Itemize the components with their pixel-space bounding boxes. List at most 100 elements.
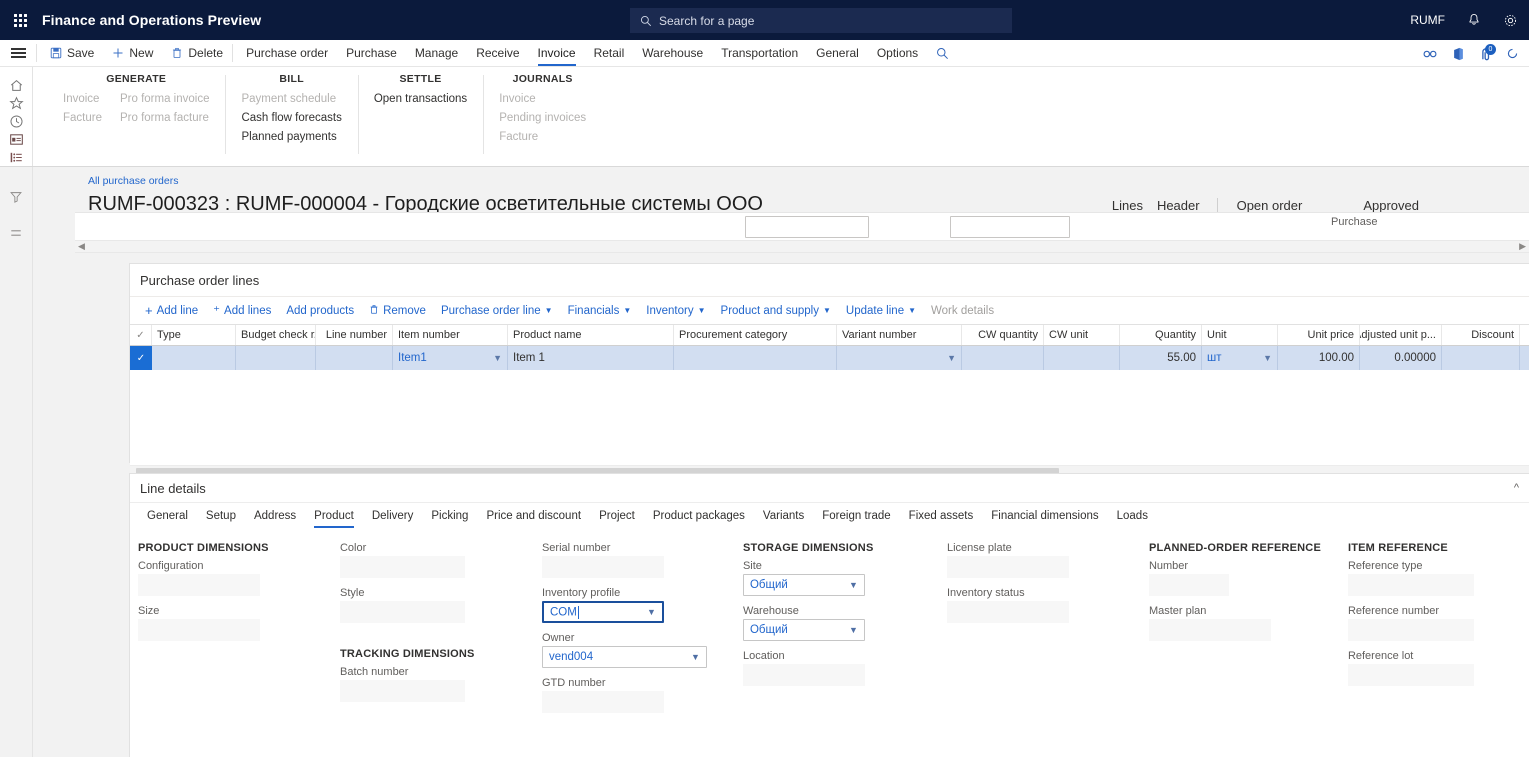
input-inventory-profile[interactable]: COM ▼ [541,601,664,623]
chevron-down-icon[interactable]: ▼ [691,652,700,662]
input-style[interactable] [339,601,465,623]
add-lines-button[interactable]: ⁺ Add lines [206,301,278,320]
chevron-down-icon[interactable]: ▼ [493,353,502,363]
cell-quantity[interactable]: 55.00 [1120,346,1202,370]
tab-purchase[interactable]: Purchase [337,40,406,66]
purchase-order-line-menu[interactable]: Purchase order line ▼ [434,302,560,320]
financials-menu[interactable]: Financials ▼ [561,302,639,320]
input-reference-lot[interactable] [1347,664,1474,686]
chevron-up-icon[interactable]: ^ [1514,482,1519,494]
cell-budget-check-result[interactable] [236,346,316,370]
ld-tab-address[interactable]: Address [245,505,305,528]
col-header-discount[interactable]: Discount [1442,325,1520,345]
chevron-down-icon[interactable]: ▼ [849,580,858,590]
tab-transportation[interactable]: Transportation [712,40,807,66]
col-header-procurement-category[interactable]: Procurement category [674,325,837,345]
col-header-adjusted-unit-price[interactable]: Adjusted unit p... [1360,325,1442,345]
company-selector[interactable]: RUMF [1399,0,1456,40]
input-site[interactable]: Общий ▼ [742,574,865,596]
col-header-unit[interactable]: Unit [1202,325,1278,345]
chevron-down-icon[interactable]: ▼ [647,607,656,617]
input-license-plate[interactable] [946,556,1069,578]
select-all-checkmark-icon[interactable]: ✓ [130,325,152,345]
row-select-checkmark-icon[interactable]: ✓ [130,346,152,370]
save-button[interactable]: Save [41,40,103,66]
input-size[interactable] [138,619,260,641]
workspaces-icon[interactable] [0,130,33,148]
options-lines-icon[interactable] [0,215,33,251]
global-search-input[interactable]: Search for a page [630,8,1012,33]
cell-unit-price[interactable]: 100.00 [1278,346,1360,370]
ribbon-item-pro-forma-invoice[interactable]: Pro forma invoice [118,91,211,107]
settings-gear-icon[interactable] [1492,0,1529,40]
add-products-button[interactable]: Add products [279,302,361,320]
view-tab-lines[interactable]: Lines [1105,198,1150,216]
ribbon-item-open-transactions[interactable]: Open transactions [372,91,469,107]
tab-general[interactable]: General [807,40,868,66]
cell-product-name[interactable]: Item 1 [508,346,674,370]
home-icon[interactable] [0,77,33,95]
ld-tab-setup[interactable]: Setup [197,505,245,528]
cell-discount[interactable] [1442,346,1520,370]
cell-type[interactable] [152,346,236,370]
cell-cw-quantity[interactable] [962,346,1044,370]
col-header-line-number[interactable]: Line number [316,325,393,345]
link-icon[interactable] [1422,49,1438,59]
col-header-item-number[interactable]: Item number [393,325,508,345]
new-button[interactable]: New [103,40,162,66]
input-reference-type[interactable] [1347,574,1474,596]
chevron-down-icon[interactable]: ▼ [947,353,956,363]
ribbon-item-invoice[interactable]: Invoice [61,91,104,107]
col-header-cw-unit[interactable]: CW unit [1044,325,1120,345]
ld-tab-fixed-assets[interactable]: Fixed assets [900,505,983,528]
scroll-right-arrow-icon[interactable]: ▶ [1519,242,1526,251]
input-batch-number[interactable] [339,680,465,702]
input-master-plan[interactable] [1148,619,1271,641]
cell-item-number[interactable]: Item1 ▼ [393,346,508,370]
ld-tab-project[interactable]: Project [590,505,644,528]
favorites-star-icon[interactable] [0,95,33,113]
input-gtd-number[interactable] [541,691,664,713]
ld-tab-financial-dimensions[interactable]: Financial dimensions [982,505,1107,528]
input-location[interactable] [742,664,865,686]
ld-tab-picking[interactable]: Picking [422,505,477,528]
filter-icon[interactable] [0,179,33,215]
office-icon[interactable] [1452,47,1465,61]
navigation-hamburger-icon[interactable] [0,40,36,66]
input-color[interactable] [339,556,465,578]
col-header-cw-quantity[interactable]: CW quantity [962,325,1044,345]
modules-list-icon[interactable] [0,148,33,166]
col-header-variant-number[interactable]: Variant number [837,325,962,345]
cell-variant-number[interactable]: ▼ [837,346,962,370]
tab-warehouse[interactable]: Warehouse [633,40,712,66]
inventory-menu[interactable]: Inventory ▼ [639,302,712,320]
input-reference-number[interactable] [1347,619,1474,641]
ld-tab-foreign-trade[interactable]: Foreign trade [813,505,899,528]
col-header-product-name[interactable]: Product name [508,325,674,345]
ribbon-item-pro-forma-facture[interactable]: Pro forma facture [118,110,211,126]
tab-invoice[interactable]: Invoice [529,40,585,66]
col-header-type[interactable]: Type [152,325,236,345]
cell-unit[interactable]: шт ▼ [1202,346,1278,370]
table-row[interactable]: ✓ Item1 ▼ Item 1 ▼ 55.00 шт ▼ 100.00 0.0… [130,346,1529,370]
clipped-date-field[interactable] [950,216,1070,238]
tab-options[interactable]: Options [868,40,927,66]
refresh-icon[interactable] [1506,47,1519,60]
ld-tab-variants[interactable]: Variants [754,505,813,528]
scroll-left-arrow-icon[interactable]: ◀ [78,242,85,251]
cell-procurement-category[interactable] [674,346,837,370]
col-header-unit-price[interactable]: Unit price [1278,325,1360,345]
ld-tab-product-packages[interactable]: Product packages [644,505,754,528]
attachment-icon[interactable]: 0 [1479,43,1496,61]
recent-clock-icon[interactable] [0,113,33,131]
ribbon-item-payment-schedule[interactable]: Payment schedule [239,91,343,107]
cell-cw-unit[interactable] [1044,346,1120,370]
ribbon-item-planned-payments[interactable]: Planned payments [239,129,343,145]
input-owner[interactable]: vend004 ▼ [541,646,707,668]
remove-button[interactable]: Remove [362,301,433,321]
ribbon-item-journals-facture[interactable]: Facture [497,129,588,145]
delete-button[interactable]: Delete [162,40,232,66]
tab-receive[interactable]: Receive [467,40,528,66]
chevron-down-icon[interactable]: ▼ [849,625,858,635]
ribbon-search-icon[interactable] [927,40,958,66]
